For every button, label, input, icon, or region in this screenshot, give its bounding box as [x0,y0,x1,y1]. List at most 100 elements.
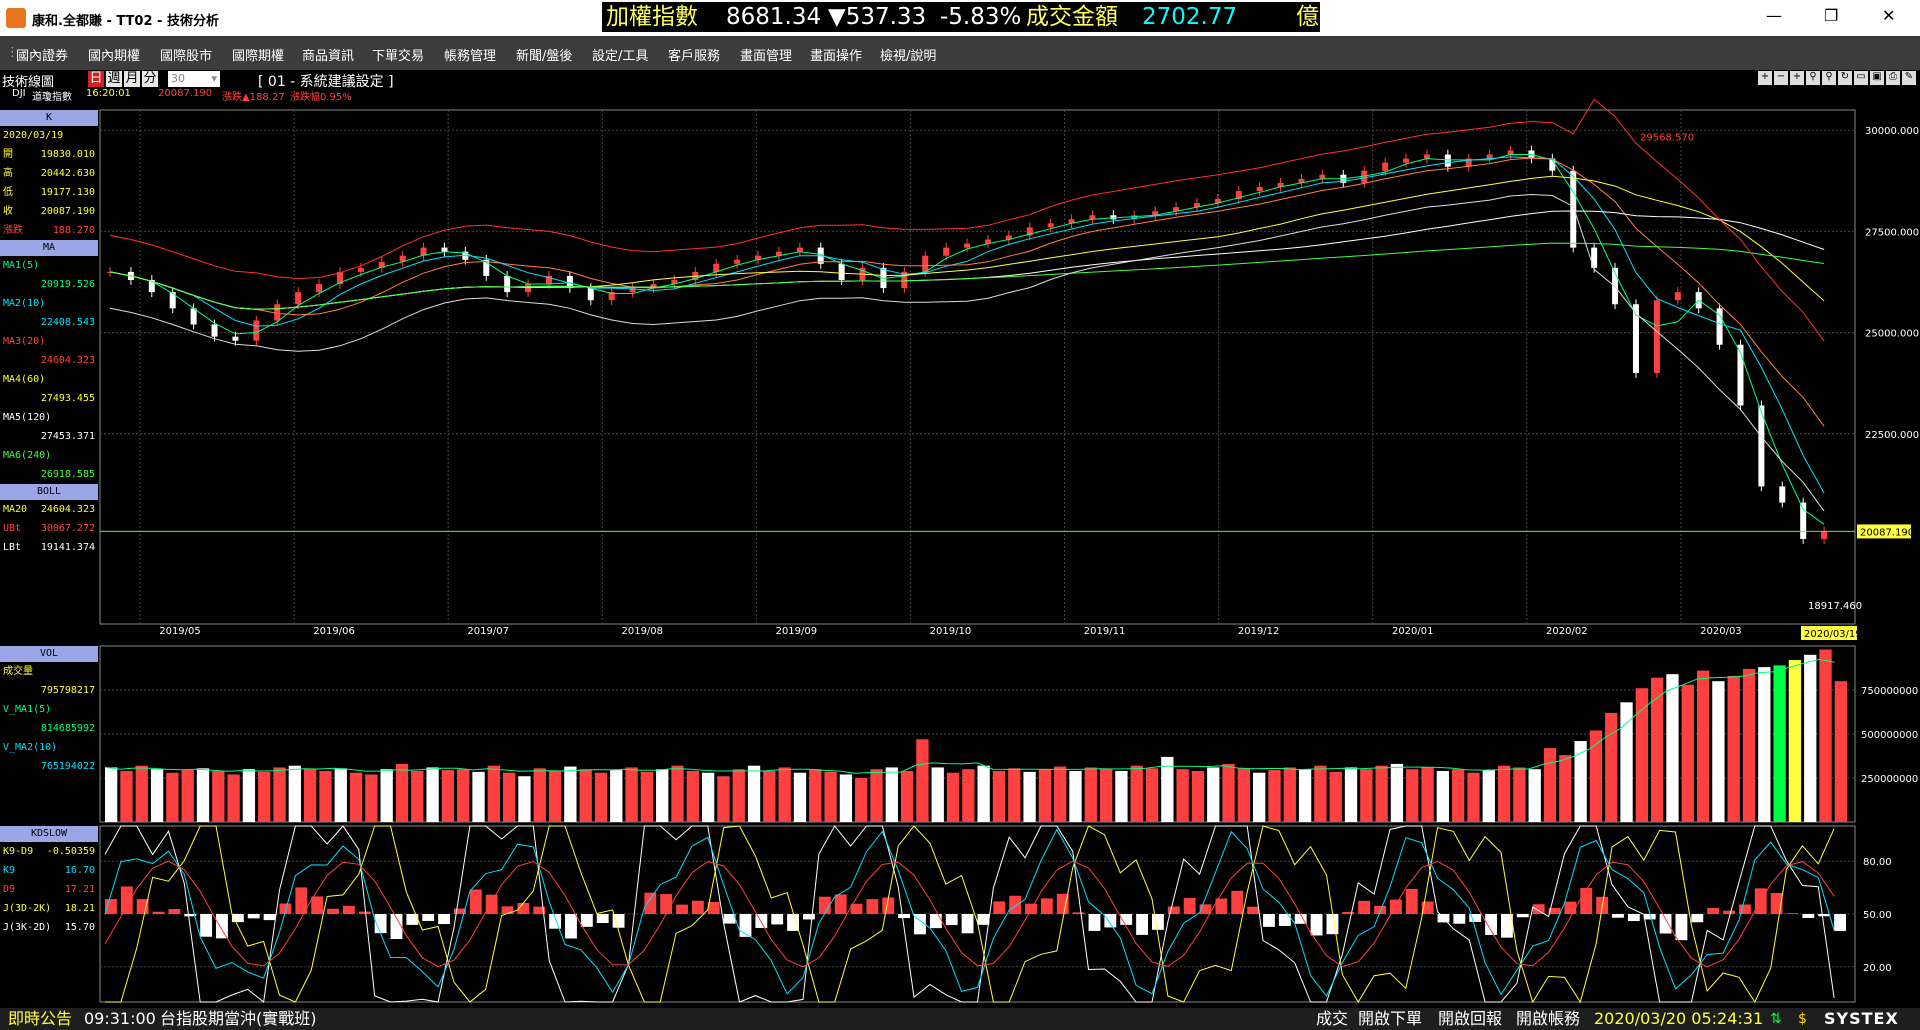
volume-bar [227,774,240,822]
volume-bar [686,770,699,822]
volume-bar [334,768,347,822]
volume-bar [1651,677,1664,822]
kd-histogram-bar [311,896,324,914]
volume-bar [1543,748,1557,822]
volume-bar [288,765,301,822]
volume-bar [1099,769,1113,822]
kd-histogram-bar [565,914,577,939]
volume-bar [1788,660,1802,822]
volume-bar [916,739,929,822]
volume-bar [1253,772,1266,822]
kd-histogram-bar [707,901,720,914]
volume-bar [610,770,623,822]
kd-histogram-bar [961,914,974,934]
candle-body [1821,531,1828,540]
kd-y-tick: 80.00 [1863,857,1892,868]
candle-body [274,304,281,321]
volume-bar [181,770,194,822]
volume-bar [1283,767,1296,822]
kd-histogram-bar [422,914,435,921]
volume-bar [487,765,500,822]
volume-bar [1834,681,1847,822]
open-order-button[interactable]: 開啟下單 [1358,1008,1422,1030]
open-report-button[interactable]: 開啟回報 [1438,1008,1502,1030]
volume-bar [564,766,577,822]
volume-bar [1819,649,1832,822]
candle-body [1674,292,1681,301]
volume-bar [763,770,776,822]
volume-bar [747,765,761,822]
volume-bar [1804,654,1817,822]
volume-bar [196,768,210,822]
y-tick-label: 30000.000 [1865,126,1919,137]
kd-histogram-bar [596,914,609,924]
candle-body [441,247,448,252]
x-tick-label: 2019/06 [313,626,355,637]
kd-histogram-bar [1453,914,1466,924]
candle-body [1423,154,1430,159]
last-price-label: 20087.190 [1860,527,1914,538]
kd-histogram-bar [168,909,181,914]
y-tick-label: 22500.000 [1865,430,1919,441]
kd-y-tick: 20.00 [1863,963,1892,974]
volume-bar [457,769,470,822]
volume-bar [1054,766,1067,822]
kd-histogram-bar [803,914,815,920]
volume-bar [1406,769,1419,822]
trades-button[interactable]: 成交 [1316,1008,1348,1030]
high-annotation: 29568.570 [1640,132,1694,143]
volume-bar [1528,769,1541,822]
volume-bar [1084,767,1097,822]
volume-bar [1222,763,1235,822]
kd-histogram-bar [1786,913,1799,914]
x-tick-label: 2019/08 [621,626,663,637]
volume-bar [1360,769,1373,822]
kd-histogram-bar [993,901,1006,914]
kd-histogram-bar [1516,914,1529,918]
volume-bar [303,769,317,822]
kd-histogram-bar [1659,914,1672,934]
open-account-button[interactable]: 開啟帳務 [1516,1008,1580,1030]
candle-body [1444,154,1451,167]
volume-bar [1513,767,1526,822]
volume-bar [319,770,332,822]
candle-body [1570,170,1577,248]
volume-bar [1605,712,1618,822]
kd-histogram-bar [1707,907,1720,914]
kd-histogram-bar [691,900,704,914]
volume-bar [824,771,837,822]
kd-histogram-bar [1088,914,1101,931]
news-text[interactable]: 台指股期當沖(實戰班) [160,1008,317,1030]
news-label: 即時公告 [8,1009,73,1028]
kd-histogram-bar [1009,895,1022,914]
volume-bar [105,767,118,822]
kd-histogram-bar [676,904,688,914]
kd-histogram-bar [580,914,593,927]
chart-canvas[interactable]: 2019/05 2019/06 2019/07 2019/08 2019/09 2019/… [0,0,1920,1030]
kd-histogram-bar [1247,906,1260,914]
x-tick-label: 2019/10 [930,626,972,637]
volume-bar [1375,765,1388,822]
volume-bar [1191,770,1205,822]
volume-bar [1681,684,1694,822]
candle-body [504,275,511,293]
x-tick-label: 2019/11 [1084,626,1126,637]
volume-bar [1758,667,1771,822]
volume-bar [793,772,807,822]
kd-histogram-bar [898,914,911,919]
volume-bar [962,769,975,822]
kd-histogram-bar [327,908,339,914]
volume-bar [870,769,883,822]
volume-bar [120,770,133,822]
volume-bar [671,765,684,822]
volume-bar [1023,771,1036,822]
volume-bar [594,772,608,822]
kd-histogram-bar [549,914,562,929]
kd-histogram-bar [1136,914,1148,935]
kd-histogram-bar [247,914,260,919]
kd-histogram-bar [1231,890,1244,914]
candle-body [1403,158,1410,163]
volume-bar [1742,668,1756,822]
kd-histogram-bar [1675,914,1688,941]
kd-histogram-bar [1691,914,1704,923]
